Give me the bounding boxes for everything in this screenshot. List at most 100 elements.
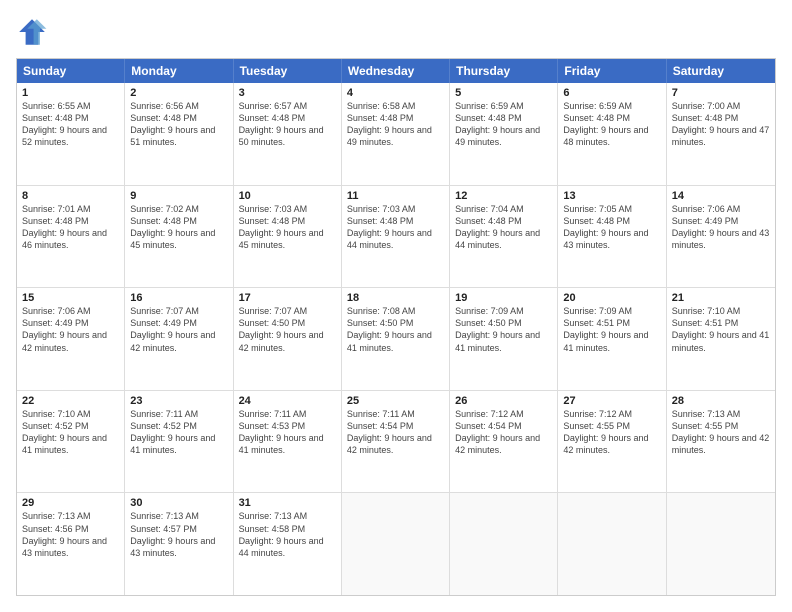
logo-icon <box>16 16 48 48</box>
calendar-body: 1Sunrise: 6:55 AM Sunset: 4:48 PM Daylig… <box>17 83 775 595</box>
cal-empty-4-3 <box>342 493 450 595</box>
day-info: Sunrise: 6:57 AM Sunset: 4:48 PM Dayligh… <box>239 100 336 149</box>
day-header-sunday: Sunday <box>17 59 125 83</box>
day-number: 13 <box>563 190 660 202</box>
day-number: 8 <box>22 190 119 202</box>
day-info: Sunrise: 7:06 AM Sunset: 4:49 PM Dayligh… <box>22 305 119 354</box>
cal-empty-4-5 <box>558 493 666 595</box>
day-number: 21 <box>672 292 770 304</box>
day-number: 20 <box>563 292 660 304</box>
day-number: 9 <box>130 190 227 202</box>
cal-day-23: 23Sunrise: 7:11 AM Sunset: 4:52 PM Dayli… <box>125 391 233 493</box>
day-info: Sunrise: 7:13 AM Sunset: 4:56 PM Dayligh… <box>22 510 119 559</box>
day-number: 2 <box>130 87 227 99</box>
day-number: 22 <box>22 395 119 407</box>
day-number: 6 <box>563 87 660 99</box>
day-number: 19 <box>455 292 552 304</box>
day-number: 27 <box>563 395 660 407</box>
day-info: Sunrise: 6:59 AM Sunset: 4:48 PM Dayligh… <box>563 100 660 149</box>
day-number: 3 <box>239 87 336 99</box>
day-number: 10 <box>239 190 336 202</box>
day-info: Sunrise: 7:12 AM Sunset: 4:55 PM Dayligh… <box>563 408 660 457</box>
day-info: Sunrise: 7:11 AM Sunset: 4:54 PM Dayligh… <box>347 408 444 457</box>
day-number: 25 <box>347 395 444 407</box>
cal-day-7: 7Sunrise: 7:00 AM Sunset: 4:48 PM Daylig… <box>667 83 775 185</box>
cal-day-22: 22Sunrise: 7:10 AM Sunset: 4:52 PM Dayli… <box>17 391 125 493</box>
day-number: 14 <box>672 190 770 202</box>
day-number: 31 <box>239 497 336 509</box>
cal-day-11: 11Sunrise: 7:03 AM Sunset: 4:48 PM Dayli… <box>342 186 450 288</box>
cal-day-21: 21Sunrise: 7:10 AM Sunset: 4:51 PM Dayli… <box>667 288 775 390</box>
day-info: Sunrise: 7:03 AM Sunset: 4:48 PM Dayligh… <box>239 203 336 252</box>
cal-day-31: 31Sunrise: 7:13 AM Sunset: 4:58 PM Dayli… <box>234 493 342 595</box>
day-info: Sunrise: 7:11 AM Sunset: 4:52 PM Dayligh… <box>130 408 227 457</box>
day-info: Sunrise: 7:01 AM Sunset: 4:48 PM Dayligh… <box>22 203 119 252</box>
day-number: 29 <box>22 497 119 509</box>
cal-day-1: 1Sunrise: 6:55 AM Sunset: 4:48 PM Daylig… <box>17 83 125 185</box>
day-info: Sunrise: 6:59 AM Sunset: 4:48 PM Dayligh… <box>455 100 552 149</box>
cal-day-17: 17Sunrise: 7:07 AM Sunset: 4:50 PM Dayli… <box>234 288 342 390</box>
cal-day-9: 9Sunrise: 7:02 AM Sunset: 4:48 PM Daylig… <box>125 186 233 288</box>
day-number: 28 <box>672 395 770 407</box>
day-number: 7 <box>672 87 770 99</box>
day-info: Sunrise: 7:07 AM Sunset: 4:49 PM Dayligh… <box>130 305 227 354</box>
cal-week-3: 15Sunrise: 7:06 AM Sunset: 4:49 PM Dayli… <box>17 287 775 390</box>
cal-day-3: 3Sunrise: 6:57 AM Sunset: 4:48 PM Daylig… <box>234 83 342 185</box>
logo <box>16 16 52 48</box>
cal-day-25: 25Sunrise: 7:11 AM Sunset: 4:54 PM Dayli… <box>342 391 450 493</box>
day-info: Sunrise: 7:06 AM Sunset: 4:49 PM Dayligh… <box>672 203 770 252</box>
day-info: Sunrise: 7:10 AM Sunset: 4:52 PM Dayligh… <box>22 408 119 457</box>
day-info: Sunrise: 6:58 AM Sunset: 4:48 PM Dayligh… <box>347 100 444 149</box>
cal-day-10: 10Sunrise: 7:03 AM Sunset: 4:48 PM Dayli… <box>234 186 342 288</box>
header <box>16 16 776 48</box>
day-number: 16 <box>130 292 227 304</box>
cal-week-2: 8Sunrise: 7:01 AM Sunset: 4:48 PM Daylig… <box>17 185 775 288</box>
cal-day-24: 24Sunrise: 7:11 AM Sunset: 4:53 PM Dayli… <box>234 391 342 493</box>
day-number: 5 <box>455 87 552 99</box>
cal-day-27: 27Sunrise: 7:12 AM Sunset: 4:55 PM Dayli… <box>558 391 666 493</box>
day-number: 18 <box>347 292 444 304</box>
day-number: 24 <box>239 395 336 407</box>
day-number: 26 <box>455 395 552 407</box>
day-header-monday: Monday <box>125 59 233 83</box>
cal-day-12: 12Sunrise: 7:04 AM Sunset: 4:48 PM Dayli… <box>450 186 558 288</box>
cal-day-8: 8Sunrise: 7:01 AM Sunset: 4:48 PM Daylig… <box>17 186 125 288</box>
day-header-saturday: Saturday <box>667 59 775 83</box>
cal-week-1: 1Sunrise: 6:55 AM Sunset: 4:48 PM Daylig… <box>17 83 775 185</box>
day-number: 12 <box>455 190 552 202</box>
cal-week-5: 29Sunrise: 7:13 AM Sunset: 4:56 PM Dayli… <box>17 492 775 595</box>
day-info: Sunrise: 7:09 AM Sunset: 4:51 PM Dayligh… <box>563 305 660 354</box>
cal-day-16: 16Sunrise: 7:07 AM Sunset: 4:49 PM Dayli… <box>125 288 233 390</box>
day-info: Sunrise: 7:04 AM Sunset: 4:48 PM Dayligh… <box>455 203 552 252</box>
day-info: Sunrise: 7:12 AM Sunset: 4:54 PM Dayligh… <box>455 408 552 457</box>
day-info: Sunrise: 7:13 AM Sunset: 4:58 PM Dayligh… <box>239 510 336 559</box>
day-header-wednesday: Wednesday <box>342 59 450 83</box>
day-info: Sunrise: 6:56 AM Sunset: 4:48 PM Dayligh… <box>130 100 227 149</box>
day-info: Sunrise: 7:13 AM Sunset: 4:57 PM Dayligh… <box>130 510 227 559</box>
day-info: Sunrise: 7:09 AM Sunset: 4:50 PM Dayligh… <box>455 305 552 354</box>
day-number: 1 <box>22 87 119 99</box>
day-info: Sunrise: 7:13 AM Sunset: 4:55 PM Dayligh… <box>672 408 770 457</box>
cal-day-30: 30Sunrise: 7:13 AM Sunset: 4:57 PM Dayli… <box>125 493 233 595</box>
day-header-tuesday: Tuesday <box>234 59 342 83</box>
day-header-thursday: Thursday <box>450 59 558 83</box>
day-number: 17 <box>239 292 336 304</box>
day-info: Sunrise: 7:07 AM Sunset: 4:50 PM Dayligh… <box>239 305 336 354</box>
day-number: 15 <box>22 292 119 304</box>
day-header-friday: Friday <box>558 59 666 83</box>
cal-empty-4-6 <box>667 493 775 595</box>
page: SundayMondayTuesdayWednesdayThursdayFrid… <box>0 0 792 612</box>
day-info: Sunrise: 7:11 AM Sunset: 4:53 PM Dayligh… <box>239 408 336 457</box>
cal-day-28: 28Sunrise: 7:13 AM Sunset: 4:55 PM Dayli… <box>667 391 775 493</box>
cal-day-20: 20Sunrise: 7:09 AM Sunset: 4:51 PM Dayli… <box>558 288 666 390</box>
day-info: Sunrise: 6:55 AM Sunset: 4:48 PM Dayligh… <box>22 100 119 149</box>
cal-day-13: 13Sunrise: 7:05 AM Sunset: 4:48 PM Dayli… <box>558 186 666 288</box>
day-info: Sunrise: 7:05 AM Sunset: 4:48 PM Dayligh… <box>563 203 660 252</box>
day-number: 4 <box>347 87 444 99</box>
cal-day-4: 4Sunrise: 6:58 AM Sunset: 4:48 PM Daylig… <box>342 83 450 185</box>
cal-empty-4-4 <box>450 493 558 595</box>
calendar-header: SundayMondayTuesdayWednesdayThursdayFrid… <box>17 59 775 83</box>
day-number: 23 <box>130 395 227 407</box>
cal-day-19: 19Sunrise: 7:09 AM Sunset: 4:50 PM Dayli… <box>450 288 558 390</box>
day-info: Sunrise: 7:08 AM Sunset: 4:50 PM Dayligh… <box>347 305 444 354</box>
